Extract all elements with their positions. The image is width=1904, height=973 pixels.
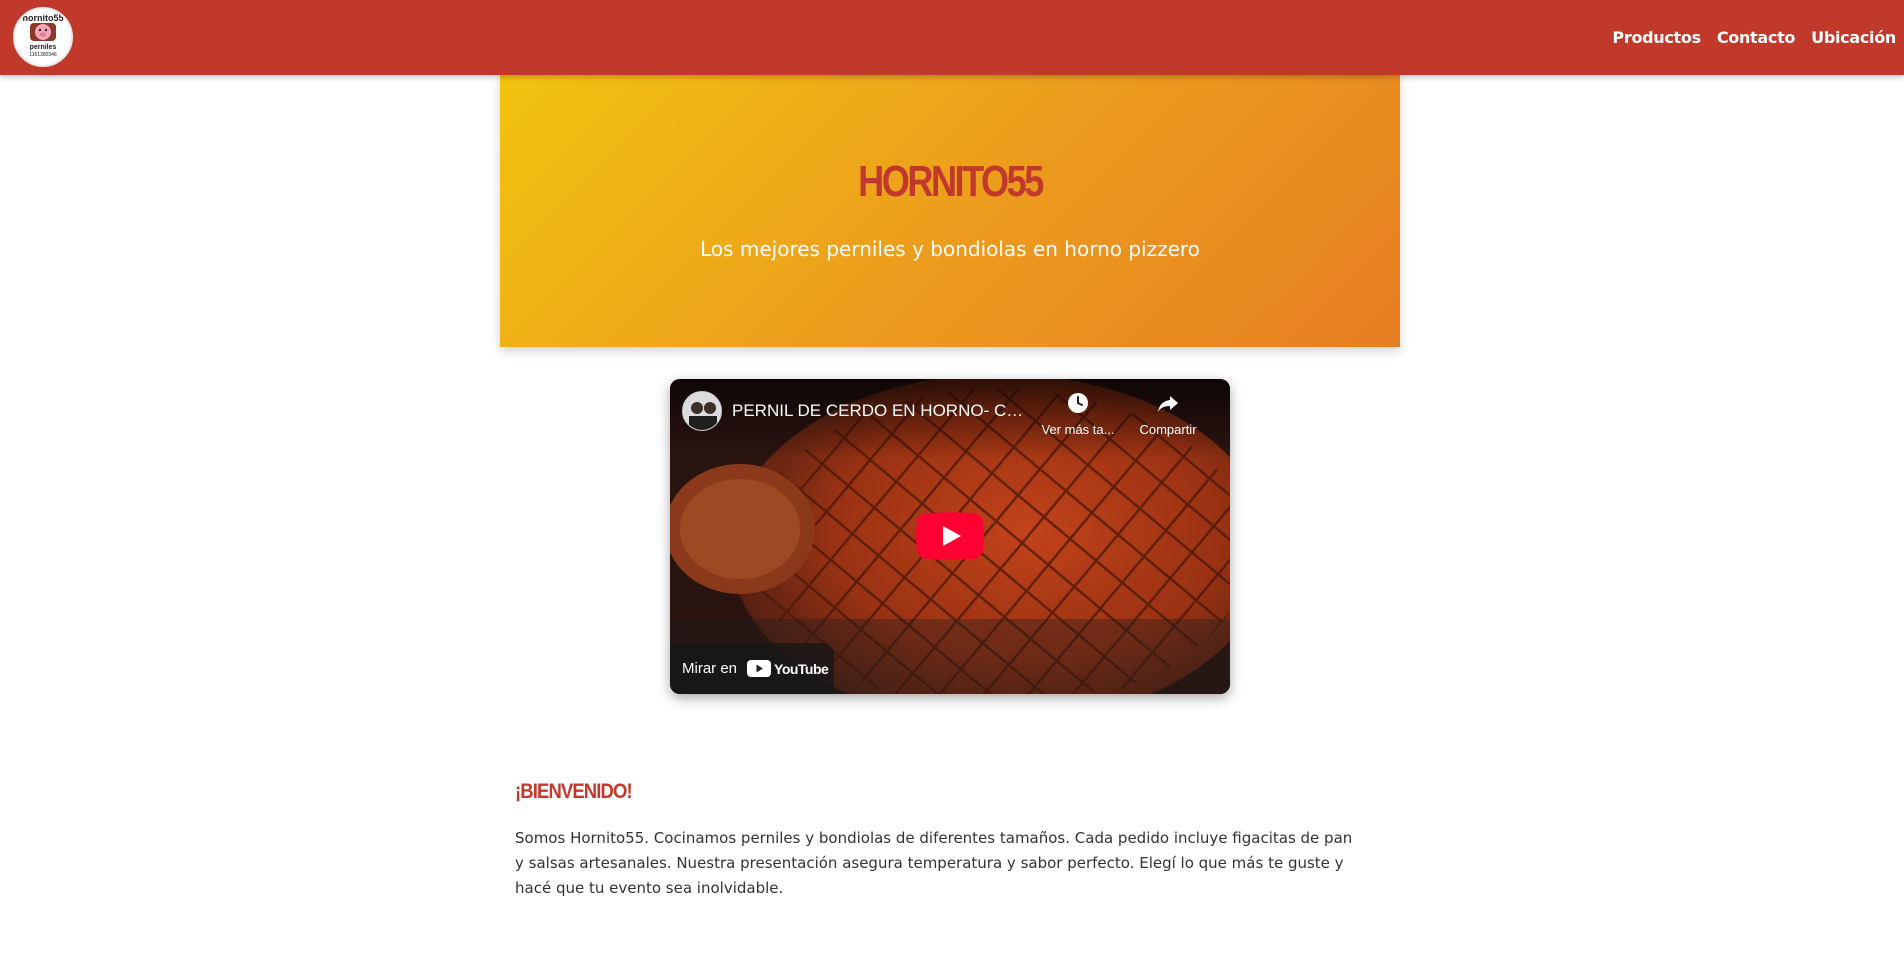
youtube-logo: YouTube (747, 660, 829, 677)
main-nav: Productos Contacto Ubicación (1612, 0, 1904, 75)
share-label: Compartir (1139, 422, 1197, 437)
hero-subtitle: Los mejores perniles y bondiolas en horn… (700, 237, 1200, 261)
nav-link-ubicacion[interactable]: Ubicación (1811, 28, 1896, 47)
nav-link-productos[interactable]: Productos (1612, 28, 1701, 47)
watch-on-youtube-button[interactable]: Mirar en YouTube (670, 643, 834, 694)
play-button[interactable] (916, 512, 984, 560)
hero-banner: HORNITO55 Los mejores perniles y bondiol… (500, 75, 1400, 347)
logo-phone: 1161380346 (29, 52, 57, 58)
nav-link-contacto[interactable]: Contacto (1717, 28, 1796, 47)
top-navbar: hornito55 perniles 1161380346 Productos … (0, 0, 1904, 75)
play-icon (916, 512, 984, 560)
youtube-logo-icon (747, 660, 772, 677)
video-title[interactable]: PERNIL DE CERDO EN HORNO- CO... (732, 401, 1032, 421)
youtube-video-embed[interactable]: PERNIL DE CERDO EN HORNO- CO... Ver más … (670, 379, 1230, 694)
watch-on-label: Mirar en (682, 660, 738, 677)
logo-text-top: hornito55 (22, 13, 63, 23)
welcome-text: Somos Hornito55. Cocinamos perniles y bo… (515, 829, 1353, 897)
watch-later-button[interactable]: Ver más ta... (1038, 391, 1118, 437)
channel-avatar[interactable] (682, 391, 722, 431)
clock-icon (1068, 393, 1088, 413)
hornito55-logo[interactable]: hornito55 perniles 1161380346 (13, 7, 73, 67)
watch-later-label: Ver más ta... (1041, 422, 1115, 437)
share-icon (1158, 396, 1178, 412)
share-button[interactable]: Compartir (1128, 391, 1208, 437)
youtube-wordmark: YouTube (774, 660, 829, 677)
welcome-title: ¡BIENVENIDO! (515, 780, 633, 803)
hero-title: HORNITO55 (858, 157, 1044, 206)
logo-text-bottom: perniles (30, 44, 57, 51)
